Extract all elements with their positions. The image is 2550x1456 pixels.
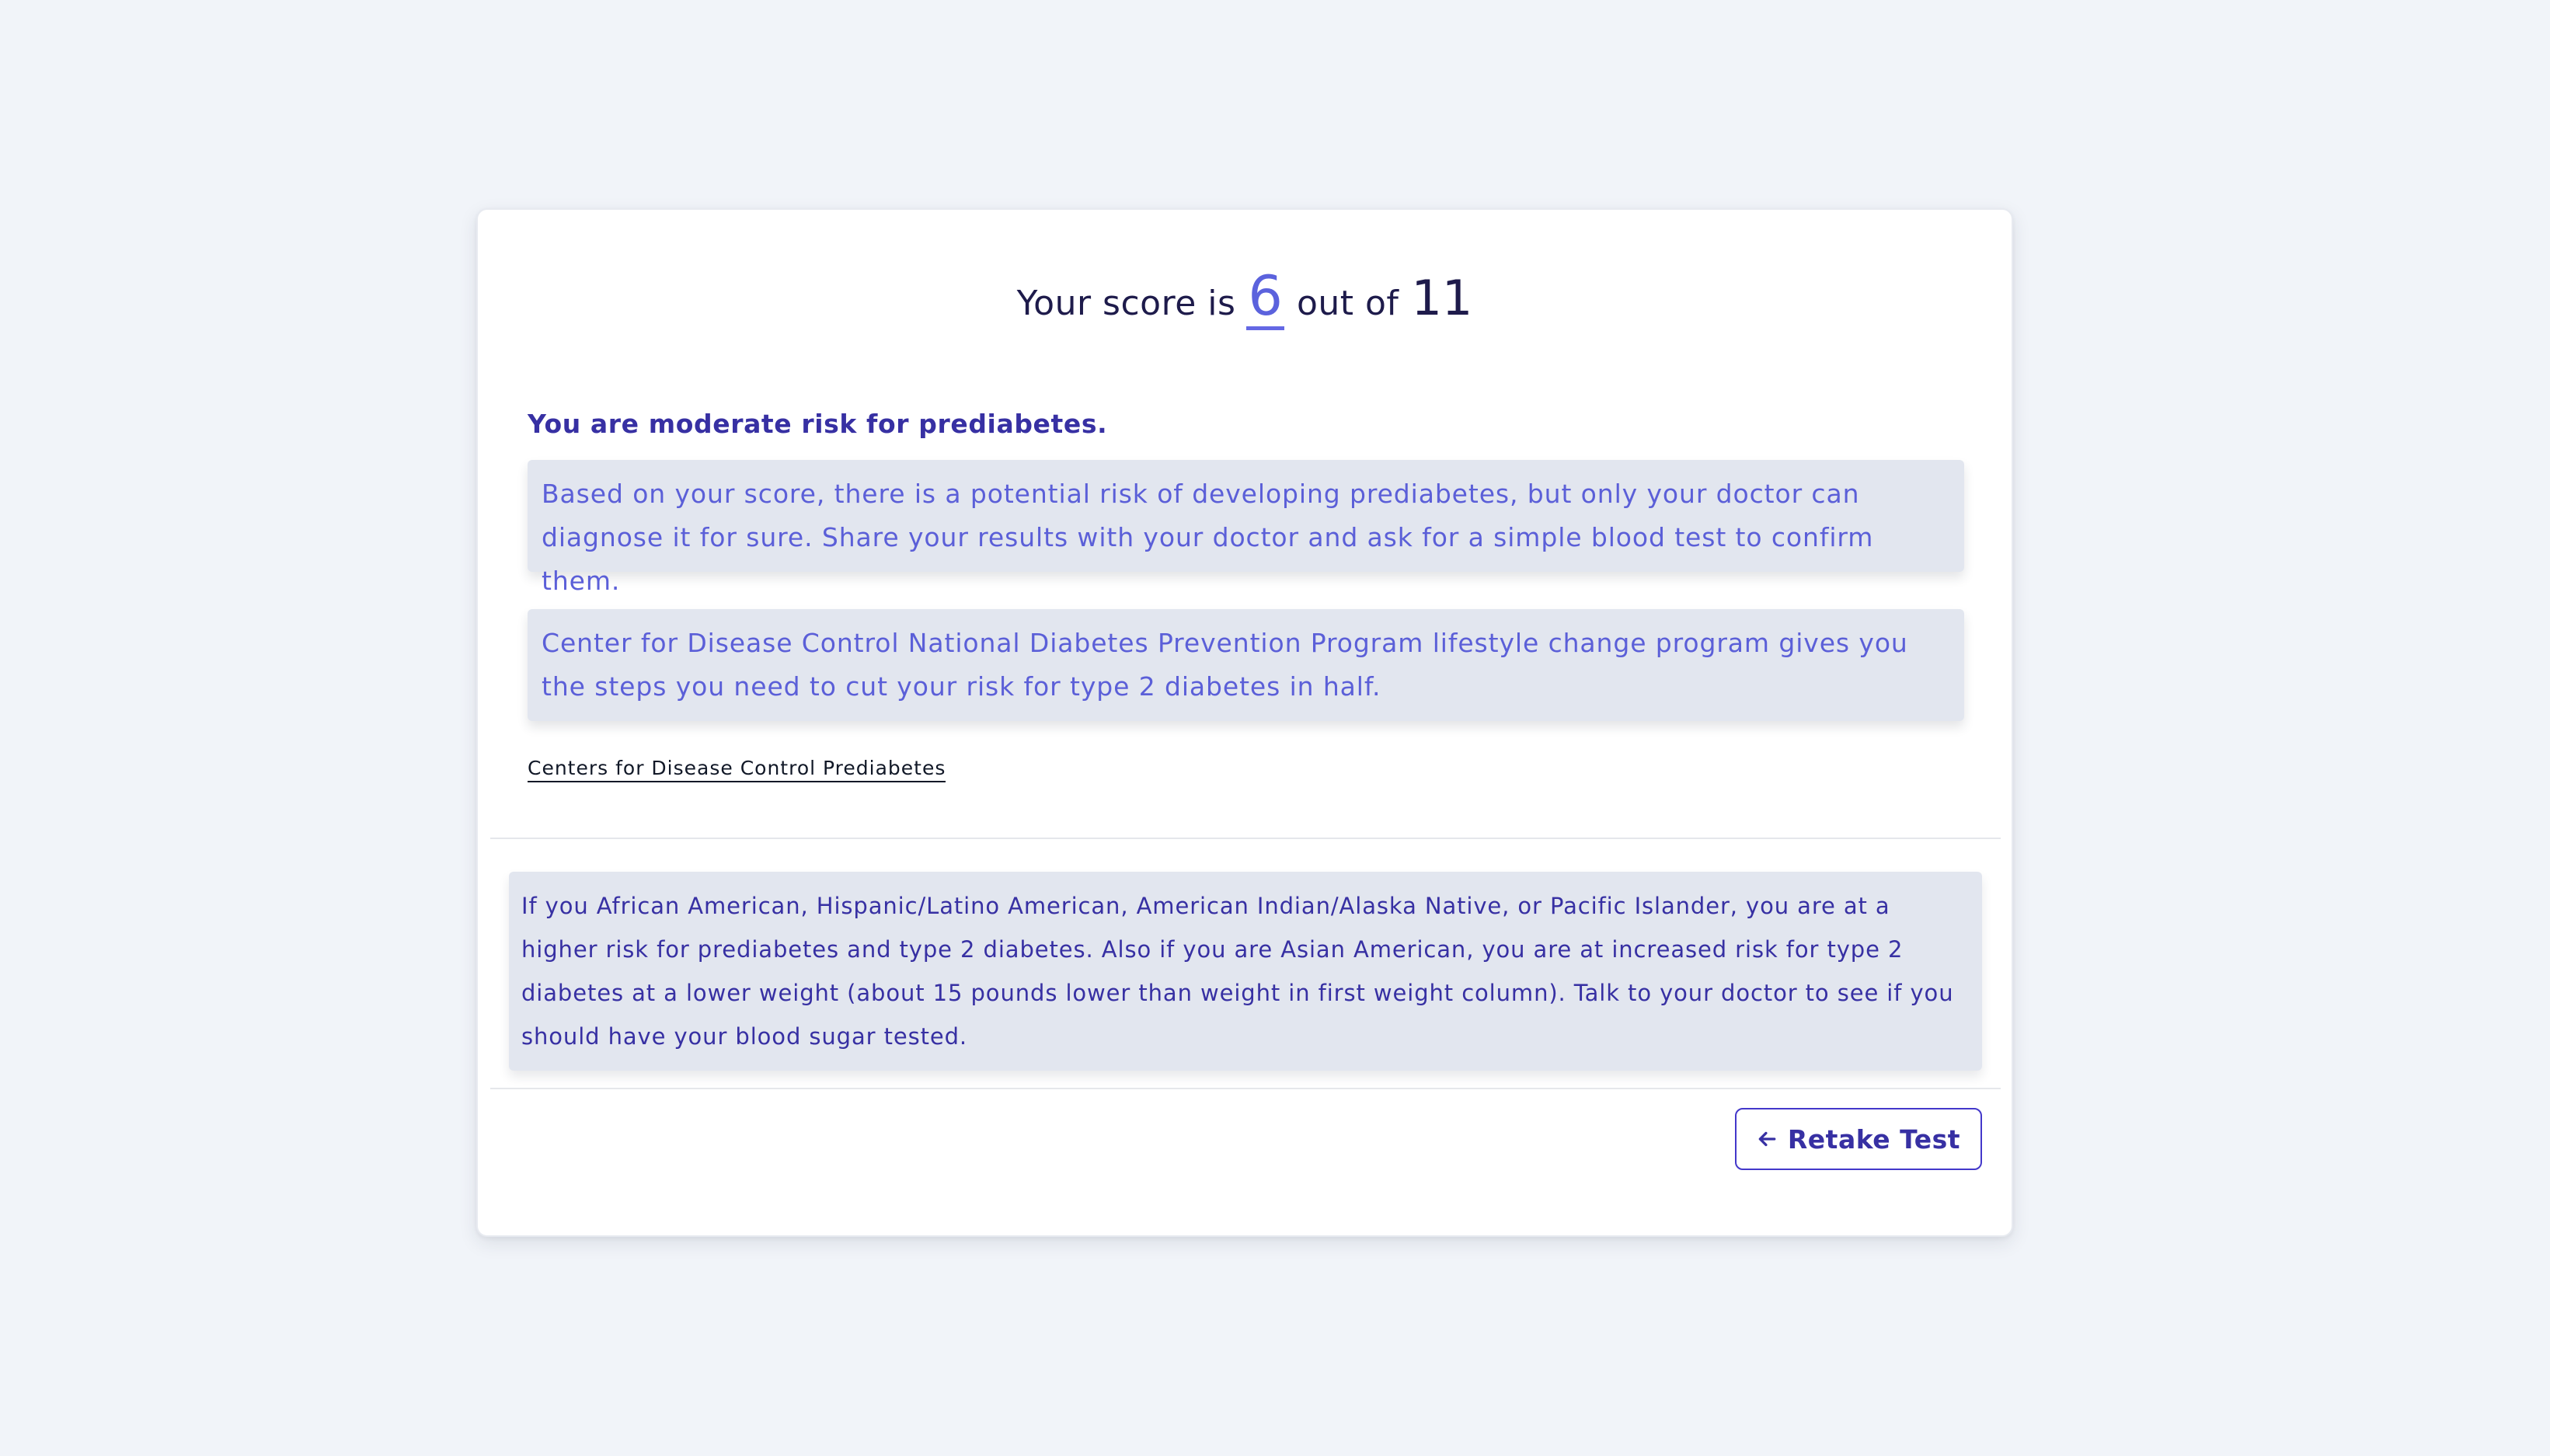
score-value: 6	[1246, 266, 1284, 330]
score-middle: out of	[1296, 284, 1399, 323]
cdc-prediabetes-link[interactable]: Centers for Disease Control Prediabetes	[528, 757, 946, 782]
divider	[490, 1088, 2001, 1089]
ethnicity-note-text: If you African American, Hispanic/Latino…	[521, 893, 1954, 1050]
program-box: Center for Disease Control National Diab…	[528, 609, 1964, 721]
ethnicity-note-box: If you African American, Hispanic/Latino…	[509, 872, 1982, 1071]
retake-test-label: Retake Test	[1787, 1123, 1961, 1155]
retake-test-button[interactable]: Retake Test	[1735, 1108, 1982, 1170]
score-prefix: Your score is	[1016, 284, 1236, 323]
arrow-left-icon	[1758, 1131, 1776, 1147]
risk-heading: You are moderate risk for prediabetes.	[528, 409, 1108, 439]
divider	[490, 838, 2001, 839]
program-text: Center for Disease Control National Diab…	[542, 628, 1908, 702]
score-max: 11	[1411, 270, 1473, 326]
advice-text: Based on your score, there is a potentia…	[542, 479, 1874, 596]
score-summary: Your score is 6 out of 11	[478, 266, 2012, 343]
results-card: Your score is 6 out of 11 You are modera…	[476, 208, 2013, 1237]
advice-box: Based on your score, there is a potentia…	[528, 460, 1964, 596]
